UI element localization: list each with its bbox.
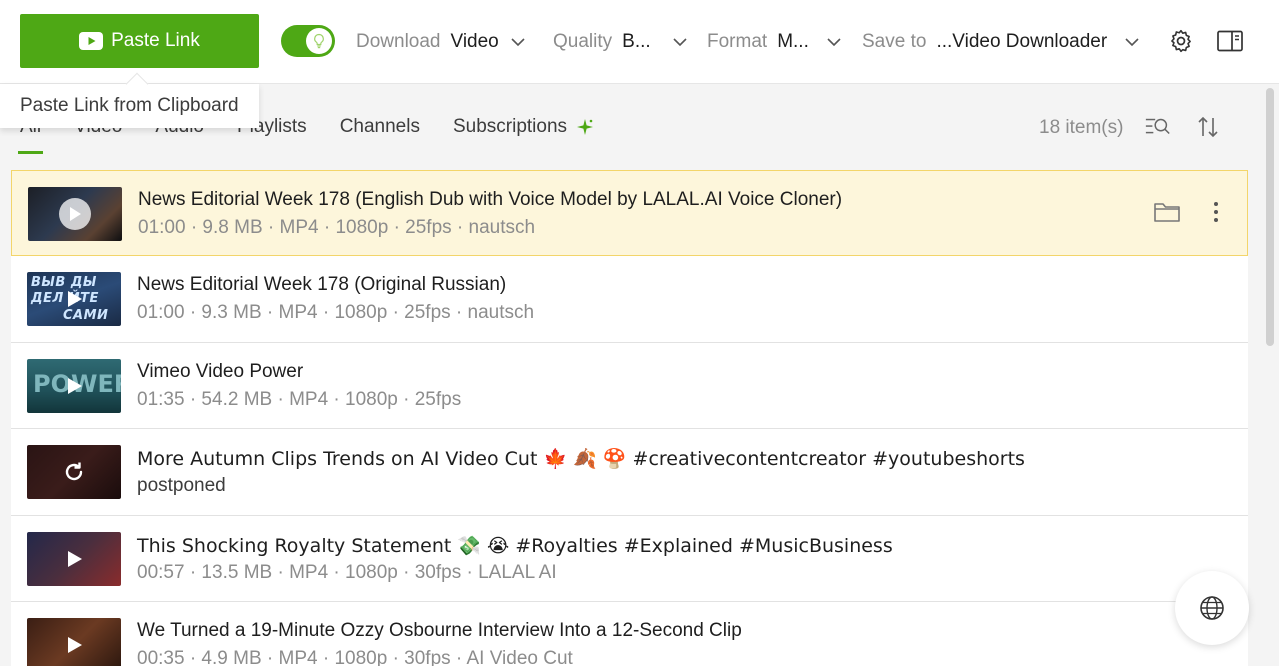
thumbnail <box>28 187 122 241</box>
item-meta: 00:57 · 13.5 MB · MP4 · 1080p · 30fps · … <box>137 561 557 583</box>
item-title: News Editorial Week 178 (Original Russia… <box>137 274 507 295</box>
globe-icon <box>1200 596 1224 620</box>
format-value: M... <box>777 31 809 52</box>
play-icon <box>68 377 82 394</box>
item-title: More Autumn Clips Trends on AI Video Cut… <box>137 448 1025 470</box>
paste-link-label: Paste Link <box>111 30 200 51</box>
refresh-icon <box>65 462 83 481</box>
tab-subscriptions[interactable]: Subscriptions <box>453 112 567 156</box>
chevron-down-icon <box>673 38 687 47</box>
format-label: Format <box>707 31 768 52</box>
paste-link-tooltip: Paste Link from Clipboard <box>0 84 259 128</box>
tab-channels[interactable]: Channels <box>340 112 420 156</box>
sparkle-icon <box>577 119 593 135</box>
play-icon <box>68 291 82 307</box>
paste-link-button[interactable]: Paste Link <box>20 14 259 68</box>
item-meta: 00:35 · 4.9 MB · MP4 · 1080p · 30fps · A… <box>137 648 573 666</box>
play-icon <box>68 637 82 653</box>
item-title: We Turned a 19-Minute Ozzy Osbourne Inte… <box>137 620 742 641</box>
more-options-icon[interactable] <box>1213 201 1219 223</box>
toolbar: Paste Link Download Video Quality B... F… <box>0 0 1279 84</box>
download-type-dropdown[interactable]: Download Video <box>356 28 527 56</box>
chevron-down-icon <box>511 38 525 47</box>
toggle-knob <box>306 28 332 54</box>
thumbnail <box>27 445 121 499</box>
item-title: News Editorial Week 178 (English Dub wit… <box>138 189 843 210</box>
thumbnail-text: САМИ <box>63 308 109 323</box>
settings-button[interactable] <box>1167 27 1195 55</box>
download-label: Download <box>356 31 441 52</box>
item-meta: 01:00 · 9.8 MB · MP4 · 1080p · 25fps · n… <box>138 217 536 238</box>
row-actions <box>1153 201 1219 223</box>
download-value: Video <box>450 31 499 52</box>
toggle-panel-button[interactable] <box>1216 27 1244 55</box>
download-list: News Editorial Week 178 (English Dub wit… <box>11 170 1248 666</box>
item-title: This Shocking Royalty Statement 💸 😭 #Roy… <box>137 534 893 557</box>
language-button[interactable] <box>1175 571 1249 645</box>
quality-value: B... <box>622 31 651 52</box>
save-to-label: Save to <box>862 31 927 52</box>
list-item[interactable]: More Autumn Clips Trends on AI Video Cut… <box>11 429 1248 516</box>
chevron-down-icon <box>1125 38 1139 47</box>
list-scrollbar[interactable] <box>1266 88 1274 346</box>
sort-button[interactable] <box>1194 113 1222 141</box>
sort-icon <box>1198 116 1218 138</box>
gear-icon <box>1171 29 1191 53</box>
thumbnail <box>27 618 121 666</box>
folder-icon[interactable] <box>1153 201 1181 223</box>
sidebar-panel-icon <box>1217 30 1243 52</box>
lightbulb-icon <box>314 33 324 49</box>
save-to-dropdown[interactable]: Save to ...Video Downloader <box>862 28 1141 56</box>
item-title: Vimeo Video Power <box>137 360 304 382</box>
thumbnail: POWER <box>27 358 121 413</box>
format-dropdown[interactable]: Format M... <box>707 28 843 56</box>
list-item[interactable]: POWER Vimeo Video Power 01:35 · 54.2 MB … <box>11 342 1248 429</box>
play-icon <box>59 198 91 230</box>
item-count: 18 item(s) <box>1039 117 1124 138</box>
item-status: postponed <box>137 475 226 496</box>
list-item[interactable]: This Shocking Royalty Statement 💸 😭 #Roy… <box>11 515 1248 602</box>
search-list-icon <box>1145 118 1170 135</box>
quality-label: Quality <box>553 31 613 52</box>
youtube-icon <box>79 32 104 50</box>
list-item[interactable]: ВЫВ ДЫ ДЕЛ ЙТЕ САМИ News Editorial Week … <box>11 256 1248 343</box>
item-meta: 01:35 · 54.2 MB · MP4 · 1080p · 25fps <box>137 388 462 410</box>
thumbnail <box>27 531 121 586</box>
item-meta: 01:00 · 9.3 MB · MP4 · 1080p · 25fps · n… <box>137 302 535 323</box>
thumbnail-text: ВЫВ ДЫ <box>31 275 97 290</box>
quality-dropdown[interactable]: Quality B... <box>553 28 689 56</box>
play-icon <box>68 550 82 567</box>
chevron-down-icon <box>827 38 841 47</box>
save-to-value: ...Video Downloader <box>936 31 1108 52</box>
thumbnail: ВЫВ ДЫ ДЕЛ ЙТЕ САМИ <box>27 272 121 326</box>
search-list-button[interactable] <box>1144 113 1172 141</box>
list-item[interactable]: News Editorial Week 178 (English Dub wit… <box>11 170 1248 256</box>
list-item[interactable]: We Turned a 19-Minute Ozzy Osbourne Inte… <box>11 602 1248 666</box>
smart-mode-toggle[interactable] <box>281 25 335 57</box>
